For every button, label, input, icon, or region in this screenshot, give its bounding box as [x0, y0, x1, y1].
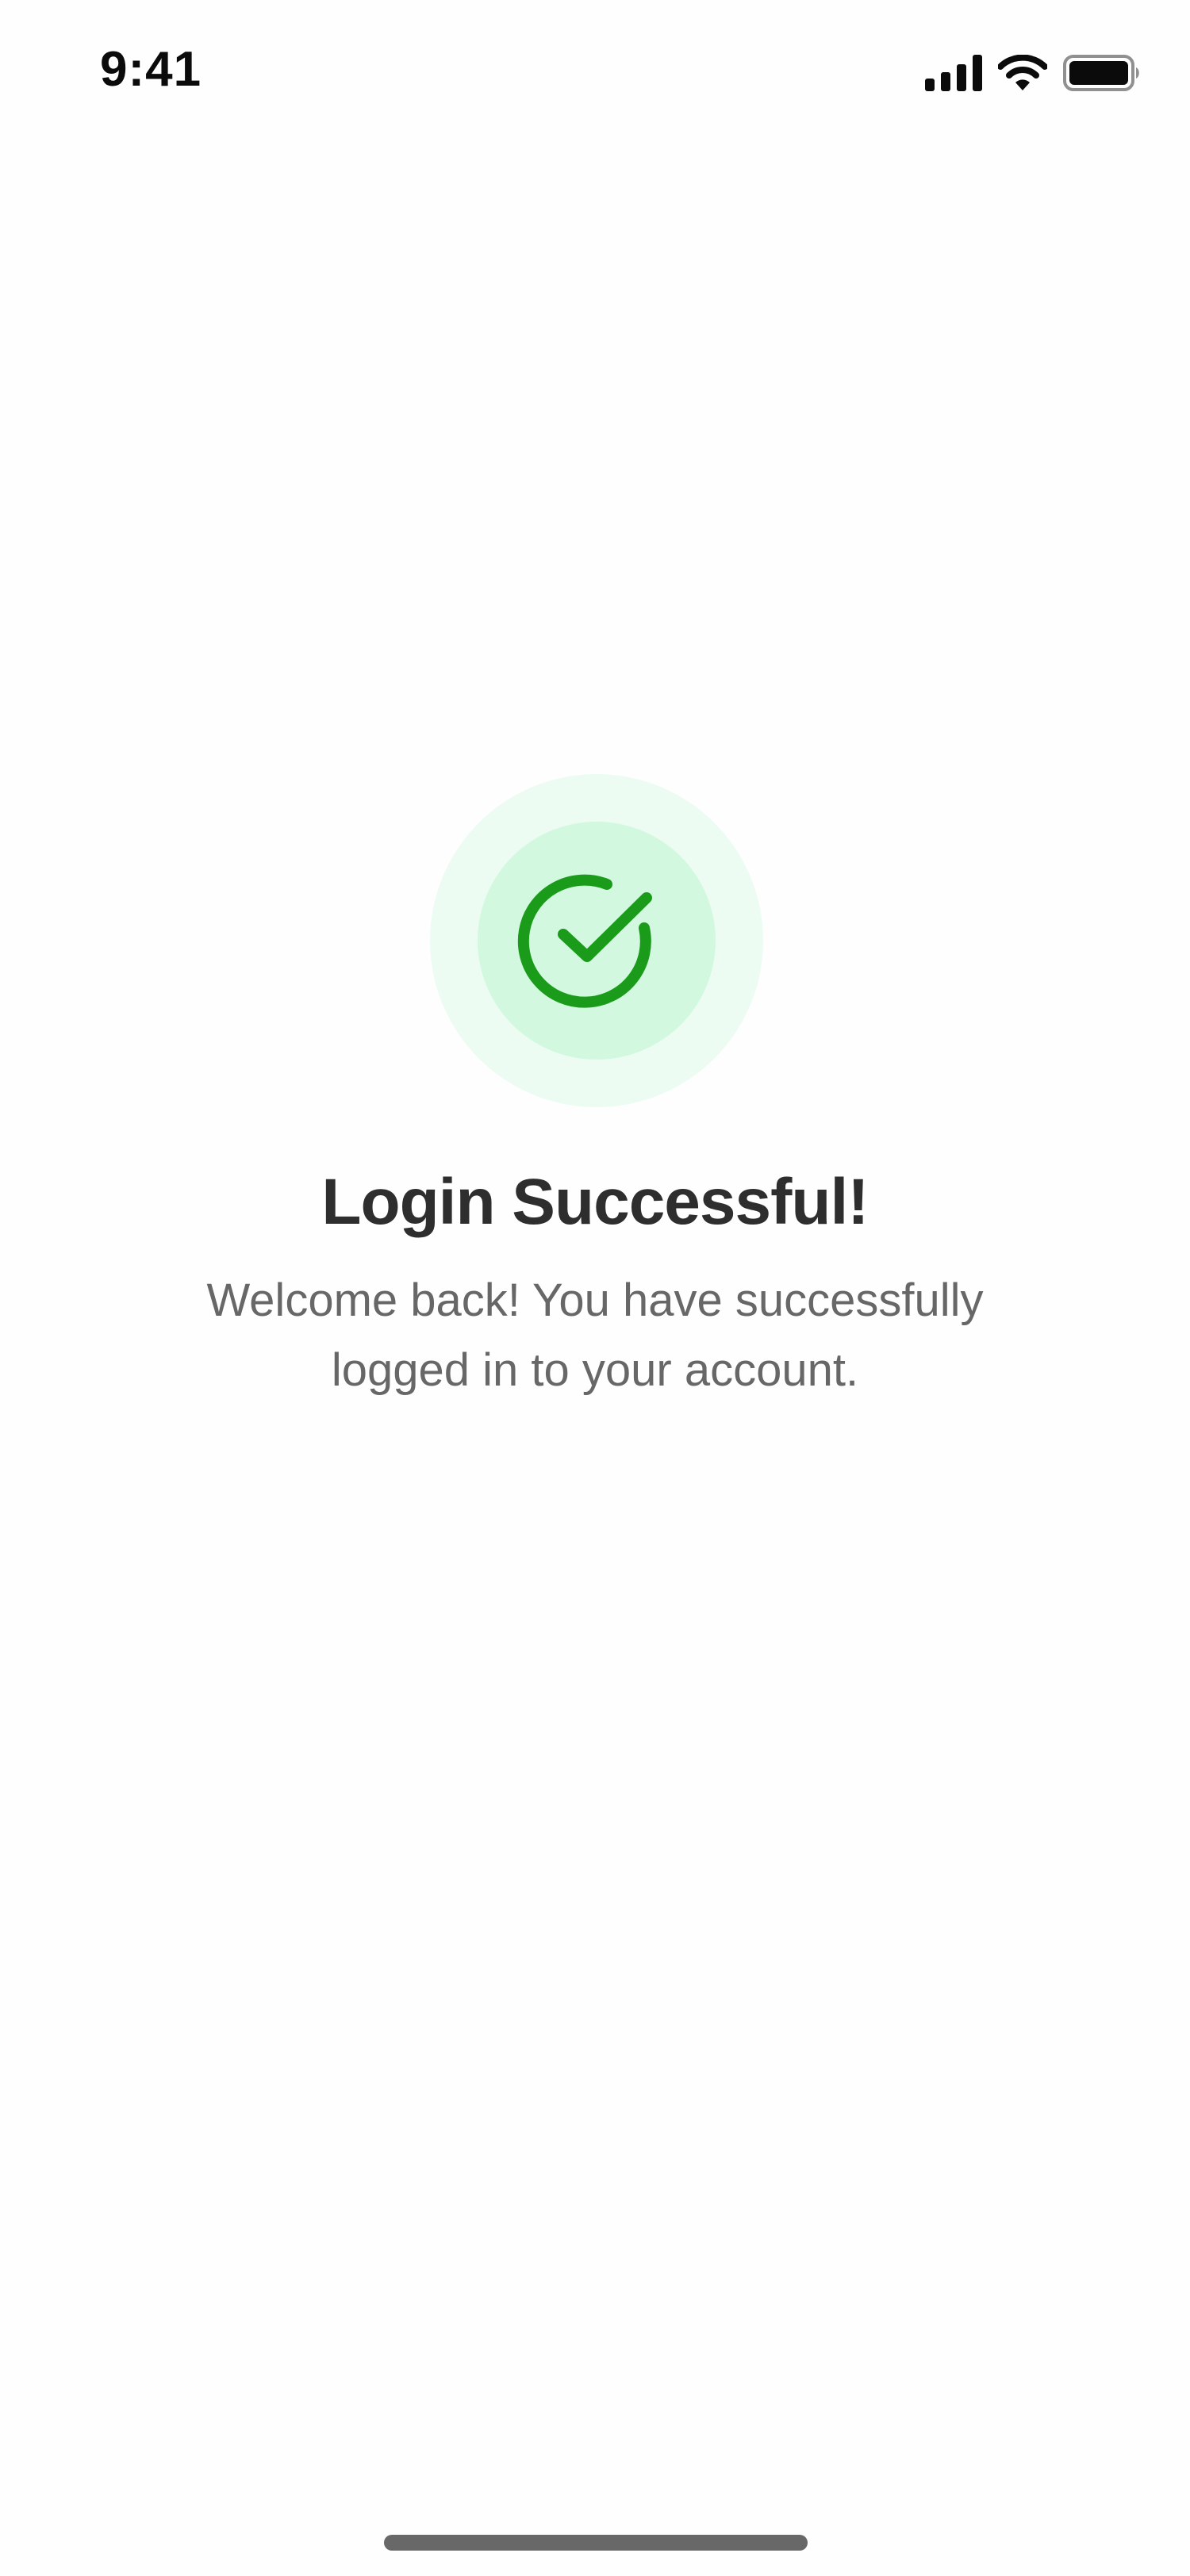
- home-indicator[interactable]: [384, 2535, 808, 2551]
- wifi-icon: [998, 55, 1047, 91]
- signal-icon: [925, 55, 982, 91]
- check-circle-icon: [517, 874, 652, 1008]
- status-icons: [925, 51, 1141, 95]
- battery-icon: [1063, 55, 1141, 91]
- success-title: Login Successful!: [321, 1166, 869, 1238]
- status-bar: 9:41: [0, 0, 1190, 143]
- success-message: Welcome back! You have successfully logg…: [206, 1275, 984, 1396]
- status-time: 9:41: [100, 42, 202, 97]
- success-icon: [430, 774, 763, 1107]
